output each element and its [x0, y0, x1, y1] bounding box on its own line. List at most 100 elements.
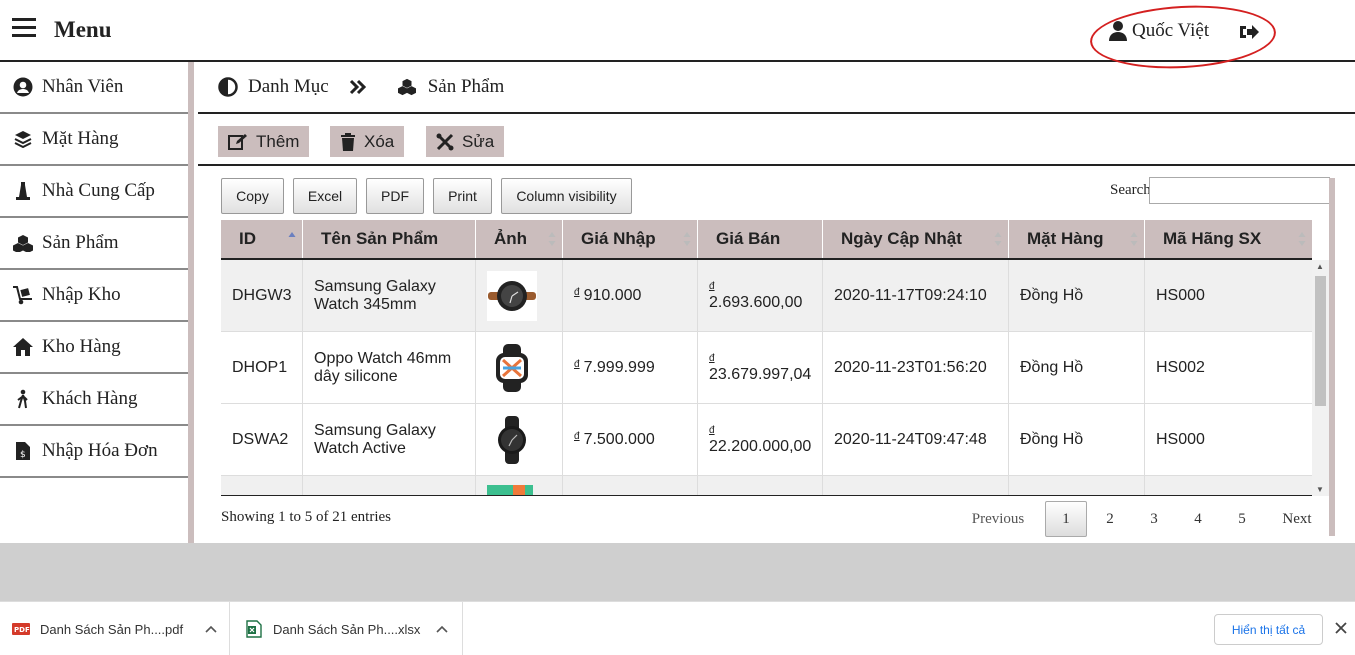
sort-icon: [1298, 232, 1306, 246]
cell-sell-price: [698, 476, 823, 495]
cell-updated: [823, 476, 1009, 495]
sidebar-item-label: Nhập Kho: [42, 284, 121, 305]
cell-import-price: [563, 476, 698, 495]
currency-symbol: đ: [709, 352, 715, 364]
cell-id: DSWA2: [221, 404, 303, 476]
sell-price-value: 2.693.600,00: [709, 293, 803, 311]
sidebar-item-kho-hang[interactable]: Kho Hàng: [0, 322, 188, 374]
sidebar-item-mat-hang[interactable]: Mặt Hàng: [0, 114, 188, 166]
column-label: ID: [239, 229, 256, 248]
scrollbar-thumb[interactable]: [1315, 276, 1326, 406]
delete-button-label: Xóa: [364, 131, 395, 151]
cell-category: Đồng Hồ: [1009, 260, 1145, 332]
excel-button[interactable]: Excel: [293, 178, 357, 214]
excel-file-icon: [245, 620, 263, 638]
hamburger-menu-icon[interactable]: [12, 18, 36, 40]
table-row[interactable]: [221, 476, 1312, 495]
cell-updated: 2020-11-23T01:56:20: [823, 332, 1009, 404]
table-scrollbar[interactable]: ▲ ▼: [1312, 260, 1329, 496]
currency-symbol: đ: [709, 280, 715, 292]
edit-button[interactable]: Sửa: [426, 126, 505, 157]
menu-title: Menu: [54, 17, 112, 42]
cell-name: Oppo Watch 46mm dây silicone: [303, 332, 476, 404]
cell-import-price: đ 7.500.000: [563, 404, 698, 476]
pagination-previous[interactable]: Previous: [960, 501, 1036, 537]
column-header-updated[interactable]: Ngày Cập Nhật: [823, 220, 1009, 258]
column-label: Ngày Cập Nhật: [841, 229, 962, 248]
pdf-file-icon: PDF: [12, 620, 30, 638]
import-price-value: 910.000: [583, 287, 642, 304]
cell-maker: HS002: [1156, 359, 1205, 376]
import-price-value: 7.999.999: [583, 359, 655, 376]
table-body: DHGW3 Samsung Galaxy Watch 345mm đ 910.00…: [221, 260, 1312, 496]
sidebar-item-nha-cung-cap[interactable]: Nhà Cung Cấp: [0, 166, 188, 218]
print-button[interactable]: Print: [433, 178, 492, 214]
add-button-label: Thêm: [256, 131, 300, 151]
pagination-page-4[interactable]: 4: [1184, 501, 1212, 537]
cell-name: Samsung Galaxy Watch Active: [303, 404, 476, 476]
add-button[interactable]: Thêm: [218, 126, 310, 157]
walking-person-icon: [12, 388, 34, 410]
sidebar-item-label: Nhân Viên: [42, 76, 124, 97]
delete-button[interactable]: Xóa: [330, 126, 405, 157]
pdf-button[interactable]: PDF: [366, 178, 424, 214]
column-header-maker[interactable]: Mã Hãng SX: [1145, 220, 1312, 258]
product-image: [487, 415, 537, 465]
cell-id: DHGW3: [221, 260, 303, 332]
sidebar-item-label: Kho Hàng: [42, 336, 121, 357]
column-header-sell-price[interactable]: Giá Bán: [698, 220, 823, 258]
column-header-import-price[interactable]: Giá Nhập: [563, 220, 698, 258]
scroll-up-icon[interactable]: ▲: [1316, 262, 1324, 271]
column-visibility-button[interactable]: Column visibility: [501, 178, 632, 214]
user-account[interactable]: Quốc Việt: [1108, 20, 1209, 42]
column-header-name[interactable]: Tên Sản Phẩm: [303, 220, 476, 258]
cell-updated: 2020-11-24T09:47:48: [823, 404, 1009, 476]
cell-updated: 2020-11-17T09:24:10: [823, 260, 1009, 332]
building-icon: [12, 180, 34, 202]
pagination-next[interactable]: Next: [1272, 501, 1322, 537]
close-icon[interactable]: [1334, 621, 1348, 635]
table-row[interactable]: DHGW3 Samsung Galaxy Watch 345mm đ 910.00…: [221, 260, 1312, 332]
show-all-downloads-button[interactable]: Hiển thị tất cả: [1214, 614, 1323, 645]
invoice-icon: $: [12, 440, 34, 462]
column-label: Mã Hãng SX: [1163, 229, 1262, 248]
download-item-xlsx[interactable]: Danh Sách Sản Ph....xlsx: [230, 602, 463, 655]
search-input[interactable]: [1149, 177, 1330, 204]
entries-info: Showing 1 to 5 of 21 entries: [221, 509, 391, 525]
download-filename: Danh Sách Sản Ph....pdf: [40, 621, 184, 637]
cell-image: [476, 476, 563, 495]
cubes-icon: [397, 78, 416, 96]
copy-button[interactable]: Copy: [221, 178, 284, 214]
sidebar-item-label: Mặt Hàng: [42, 128, 119, 149]
currency-symbol: đ: [574, 358, 580, 370]
chevron-up-icon[interactable]: [436, 625, 448, 633]
sidebar-item-khach-hang[interactable]: Khách Hàng: [0, 374, 188, 426]
table-row[interactable]: DSWA2 Samsung Galaxy Watch Active đ 7.500…: [221, 404, 1312, 476]
column-label: Giá Bán: [716, 229, 781, 248]
table-row[interactable]: DHOP1 Oppo Watch 46mm dây silicone đ 7.99…: [221, 332, 1312, 404]
column-header-id[interactable]: ID: [221, 220, 303, 258]
pagination-page-1[interactable]: 1: [1045, 501, 1087, 537]
cell-import-price: đ 7.999.999: [563, 332, 698, 404]
chevron-up-icon[interactable]: [205, 625, 217, 633]
logout-icon[interactable]: [1238, 22, 1260, 42]
breadcrumb: Danh Mục Sản Phẩm: [198, 62, 1355, 114]
cell-maker: HS000: [1156, 431, 1205, 448]
sidebar-item-nhap-kho[interactable]: Nhập Kho: [0, 270, 188, 322]
download-item-pdf[interactable]: PDF Danh Sách Sản Ph....pdf: [0, 602, 230, 655]
sidebar-item-san-pham[interactable]: Sản Phẩm: [0, 218, 188, 270]
column-header-category[interactable]: Mặt Hàng: [1009, 220, 1145, 258]
sidebar-item-label: Nhập Hóa Đơn: [42, 440, 158, 461]
pagination-page-3[interactable]: 3: [1140, 501, 1168, 537]
column-header-image[interactable]: Ảnh: [476, 220, 563, 258]
scroll-down-icon[interactable]: ▼: [1316, 485, 1324, 494]
sidebar-item-nhan-vien[interactable]: Nhân Viên: [0, 62, 188, 114]
pagination-page-5[interactable]: 5: [1228, 501, 1256, 537]
cell-sell-price: đ 2.693.600,00: [698, 260, 823, 332]
breadcrumb-danh-muc[interactable]: Danh Mục: [248, 76, 329, 98]
sidebar-item-nhap-hoa-don[interactable]: $ Nhập Hóa Đơn: [0, 426, 188, 478]
column-label: Giá Nhập: [581, 229, 656, 248]
pagination-page-2[interactable]: 2: [1096, 501, 1124, 537]
product-image: [487, 271, 537, 321]
product-image: [487, 343, 537, 393]
